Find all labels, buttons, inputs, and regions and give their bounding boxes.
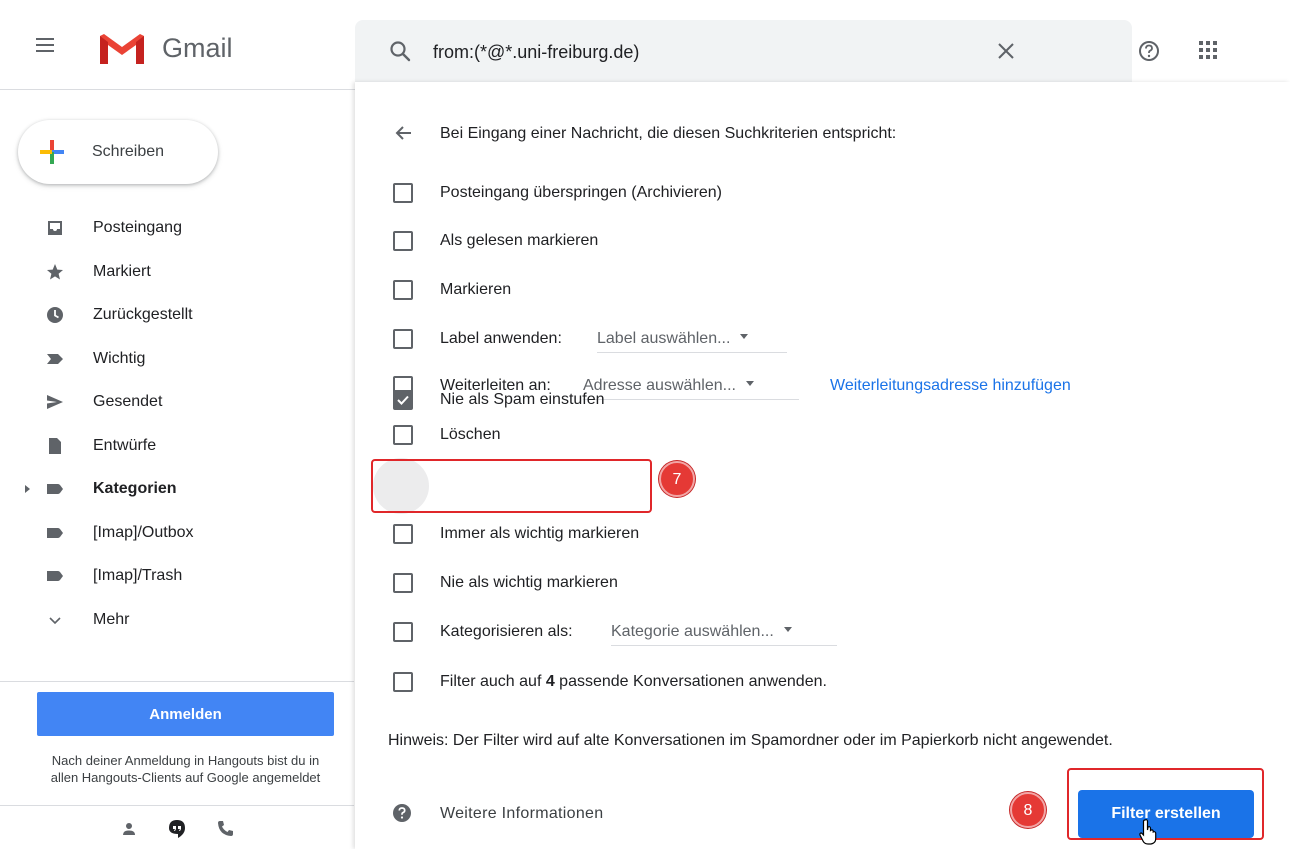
sidebar-item-imap-outbox[interactable]: [Imap]/Outbox xyxy=(0,512,340,556)
gmail-logo-icon[interactable] xyxy=(96,30,148,68)
label-select[interactable]: Label auswählen... xyxy=(597,327,787,353)
sidebar-divider xyxy=(0,681,354,682)
sidebar-item-label: Zurückgestellt xyxy=(93,306,193,323)
option-label-pre: Filter auch auf xyxy=(440,673,546,690)
close-icon[interactable] xyxy=(995,40,1017,62)
search-icon[interactable] xyxy=(389,40,411,62)
sidebar-nav: Posteingang Markiert Zurückgestellt Wich… xyxy=(0,207,340,642)
sidebar-item-label: Wichtig xyxy=(93,349,146,367)
dropdown-caret-icon xyxy=(740,334,749,340)
help-icon[interactable] xyxy=(1138,40,1160,62)
sidebar-item-label: Entwürfe xyxy=(93,436,157,454)
option-label: Markieren xyxy=(440,281,512,298)
checkbox[interactable] xyxy=(393,672,413,692)
create-filter-button[interactable]: Filter erstellen xyxy=(1078,790,1254,838)
hand-cursor-icon xyxy=(1139,819,1157,845)
option-label: Löschen xyxy=(440,426,501,443)
sidebar-item-label: [Imap]/Trash xyxy=(93,567,183,584)
sidebar-item-label: Mehr xyxy=(93,610,130,628)
add-forwarding-address-link[interactable]: Weiterleitungsadresse hinzufügen xyxy=(830,377,1071,395)
option-label: Kategorisieren als: xyxy=(440,623,573,640)
option-label: Immer als wichtig markieren xyxy=(440,525,640,542)
main-menu-icon[interactable] xyxy=(36,38,54,52)
checkbox[interactable] xyxy=(393,280,413,300)
back-arrow-icon[interactable] xyxy=(393,122,415,144)
sidebar-item-gesendet[interactable]: Gesendet xyxy=(0,381,340,425)
option-label: Filter auch auf 4 passende Konversatione… xyxy=(440,673,827,691)
filter-hint: Hinweis: Der Filter wird auf alte Konver… xyxy=(388,732,1113,749)
step8-badge: 8 xyxy=(1010,792,1046,828)
app-name: Gmail xyxy=(162,33,233,63)
hangouts-bar xyxy=(0,805,354,849)
dropdown-caret-icon xyxy=(783,627,792,633)
top-bar: Gmail from:(*@*.uni-freiburg.de) xyxy=(0,0,1290,90)
phone-icon[interactable] xyxy=(214,818,236,840)
chevron-down-icon xyxy=(49,616,61,624)
checkbox[interactable] xyxy=(393,183,413,203)
option-apply-label[interactable]: Label anwenden: Label auswählen... xyxy=(393,325,813,355)
option-label: Posteingang überspringen (Archivieren) xyxy=(440,184,722,201)
option-apply-existing[interactable]: Filter auch auf 4 passende Konversatione… xyxy=(393,668,953,698)
compose-button[interactable]: Schreiben xyxy=(18,120,218,184)
sidebar-item-kategorien[interactable]: Kategorien xyxy=(0,468,340,512)
step7-badge: 7 xyxy=(659,461,695,497)
category-select[interactable]: Kategorie auswählen... xyxy=(611,620,837,646)
option-label: Nie als Spam einstufen xyxy=(440,391,605,408)
sidebar-item-label: Markiert xyxy=(93,262,151,280)
option-label-post: passende Konversationen anwenden. xyxy=(554,673,827,690)
sidebar-item-label: [Imap]/Outbox xyxy=(93,523,194,541)
important-icon xyxy=(47,353,63,364)
send-icon xyxy=(47,395,63,409)
sidebar-item-posteingang[interactable]: Posteingang xyxy=(0,207,340,251)
signin-button[interactable]: Anmelden xyxy=(37,692,334,736)
checkbox[interactable] xyxy=(393,329,413,349)
sidebar-item-label: Gesendet xyxy=(93,393,163,410)
more-info-link[interactable]: Weitere Informationen xyxy=(440,805,603,823)
checkbox-checked[interactable] xyxy=(393,390,413,410)
filter-heading: Bei Eingang einer Nachricht, die diesen … xyxy=(440,125,897,142)
label-icon xyxy=(47,527,63,538)
signin-note: Nach deiner Anmeldung in Hangouts bist d… xyxy=(50,753,321,785)
option-label: Label anwenden: xyxy=(440,330,562,347)
person-icon[interactable] xyxy=(118,818,140,840)
hangouts-icon[interactable] xyxy=(166,818,188,840)
option-label: Nie als wichtig markieren xyxy=(440,574,618,591)
sidebar-item-entwuerfe[interactable]: Entwürfe xyxy=(0,425,340,469)
checkmark-icon xyxy=(397,395,409,405)
sidebar-item-markiert[interactable]: Markiert xyxy=(0,251,340,295)
clock-icon xyxy=(47,307,63,323)
checkbox[interactable] xyxy=(393,425,413,445)
apps-grid-icon[interactable] xyxy=(1198,40,1218,60)
sidebar-item-zurueckgestellt[interactable]: Zurückgestellt xyxy=(0,294,340,338)
search-input[interactable]: from:(*@*.uni-freiburg.de) xyxy=(433,42,639,63)
conversation-count: 4 xyxy=(545,673,555,690)
select-value: Kategorie auswählen... xyxy=(611,623,774,640)
inbox-icon xyxy=(48,221,62,235)
dropdown-caret-icon xyxy=(745,381,754,387)
checkbox[interactable] xyxy=(393,231,413,251)
label-icon xyxy=(47,484,63,494)
option-never-spam[interactable]: Nie als Spam einstufen xyxy=(393,386,653,416)
sidebar-item-mehr[interactable]: Mehr xyxy=(0,599,340,643)
sidebar-item-imap-trash[interactable]: [Imap]/Trash xyxy=(0,555,340,599)
expand-caret-icon[interactable] xyxy=(25,485,30,493)
search-bar[interactable]: from:(*@*.uni-freiburg.de) xyxy=(355,20,1132,82)
compose-label: Schreiben xyxy=(92,143,165,160)
sidebar-item-wichtig[interactable]: Wichtig xyxy=(0,338,340,382)
option-label: Als gelesen markieren xyxy=(440,232,599,249)
sidebar-item-label: Kategorien xyxy=(93,480,177,497)
draft-icon xyxy=(49,437,61,454)
step7-highlight xyxy=(371,459,652,513)
plus-icon xyxy=(40,140,64,164)
checkbox[interactable] xyxy=(393,524,413,544)
checkbox[interactable] xyxy=(393,573,413,593)
checkbox[interactable] xyxy=(393,622,413,642)
star-icon xyxy=(47,263,63,279)
sidebar-item-label: Posteingang xyxy=(93,219,182,236)
select-value: Label auswählen... xyxy=(597,330,731,347)
option-categorize[interactable]: Kategorisieren als: Kategorie auswählen.… xyxy=(393,618,853,648)
label-icon xyxy=(47,571,63,581)
help-circle-icon xyxy=(393,804,411,822)
